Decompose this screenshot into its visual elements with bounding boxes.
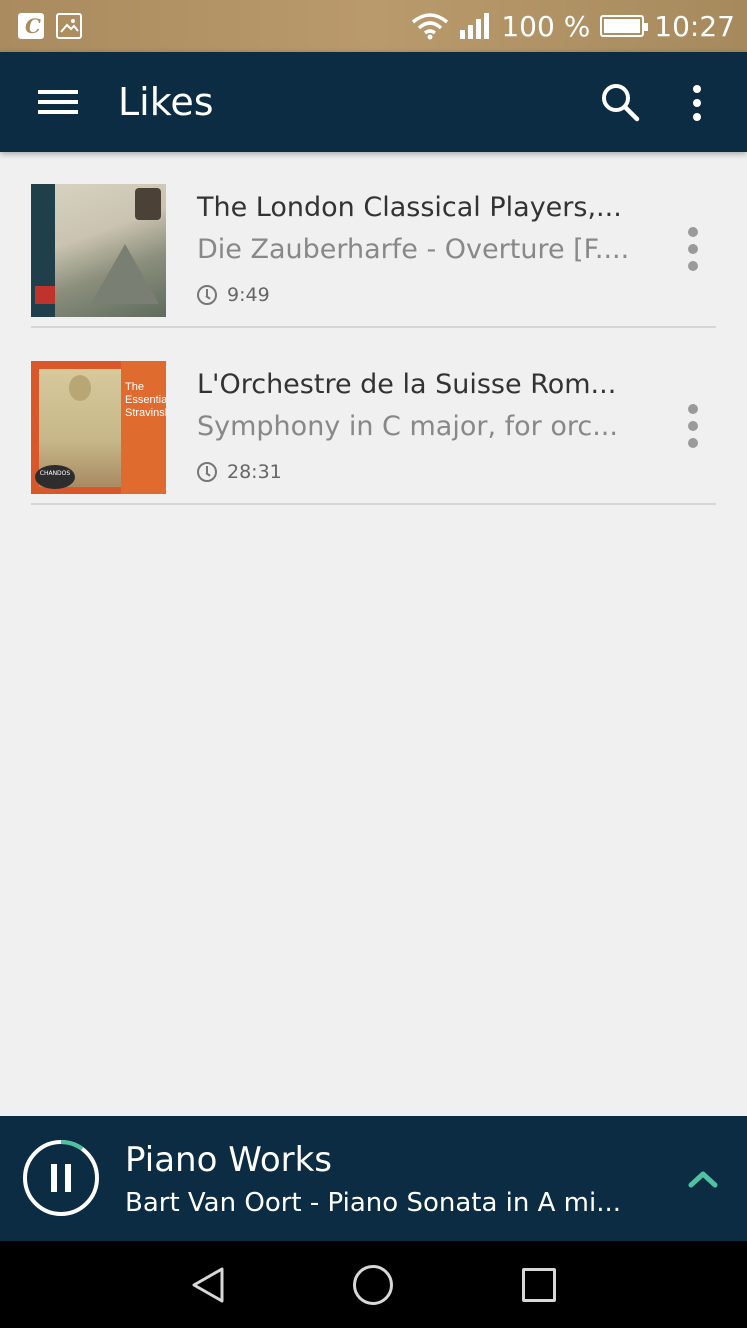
track-duration: 28:31 [197, 461, 282, 483]
chevron-up-icon[interactable] [688, 1170, 718, 1188]
home-icon[interactable] [353, 1265, 393, 1305]
now-playing-title: Piano Works [125, 1140, 333, 1180]
divider [31, 326, 716, 328]
track-duration: 9:49 [197, 284, 270, 306]
recent-apps-icon[interactable] [522, 1268, 556, 1302]
now-playing-subtitle: Bart Van Oort - Piano Sonata in A mi... [125, 1188, 622, 1218]
system-navigation-bar [0, 1241, 747, 1328]
list-item[interactable]: The London Classical Players,... Die Zau… [0, 152, 747, 328]
clock-icon [197, 462, 217, 482]
back-icon[interactable] [190, 1265, 230, 1305]
app-notification-icon [18, 13, 44, 39]
image-notification-icon [56, 13, 82, 39]
battery-icon [600, 15, 649, 37]
pause-button[interactable] [22, 1139, 100, 1217]
signal-icon [460, 13, 490, 39]
album-cover-image [31, 184, 166, 317]
clock-time: 10:27 [654, 9, 735, 43]
track-artist: The London Classical Players,... [197, 192, 622, 223]
track-options-icon[interactable] [680, 224, 706, 274]
overflow-menu-icon[interactable] [684, 82, 710, 122]
wifi-icon [412, 13, 449, 40]
track-artist: L'Orchestre de la Suisse Rom... [197, 369, 617, 400]
duration-text: 28:31 [227, 461, 282, 483]
divider [31, 503, 716, 505]
app-bar: Likes [0, 52, 747, 152]
track-options-icon[interactable] [680, 401, 706, 451]
duration-text: 9:49 [227, 284, 270, 306]
now-playing-bar[interactable]: Piano Works Bart Van Oort - Piano Sonata… [0, 1116, 747, 1241]
track-title: Symphony in C major, for orc... [197, 411, 618, 442]
hamburger-menu-icon[interactable] [38, 90, 78, 114]
battery-percent: 100 % [501, 9, 591, 43]
page-title: Likes [118, 80, 214, 124]
notification-icons [18, 13, 82, 39]
album-cover-image: The Essential Stravinsky CHANDOS [31, 361, 166, 494]
status-bar: 100 % 10:27 [0, 0, 747, 52]
clock-icon [197, 285, 217, 305]
list-item[interactable]: The Essential Stravinsky CHANDOS L'Orche… [0, 329, 747, 505]
track-title: Die Zauberharfe - Overture [F.... [197, 234, 630, 265]
search-icon[interactable] [600, 82, 640, 122]
